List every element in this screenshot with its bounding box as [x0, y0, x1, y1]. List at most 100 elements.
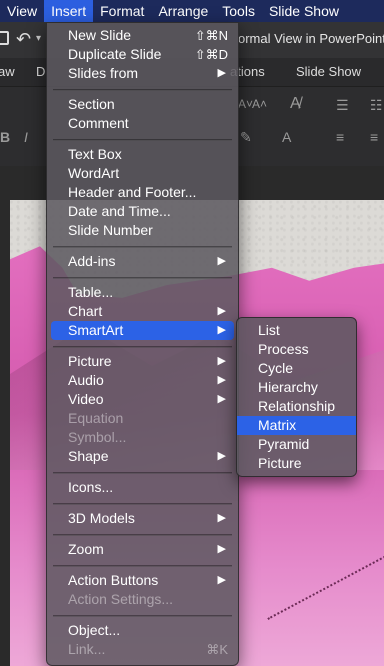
- menu-item-3d-models[interactable]: 3D Models ▶: [47, 509, 238, 528]
- menu-item-header-footer[interactable]: Header and Footer...: [47, 183, 238, 202]
- menu-item-label: New Slide: [68, 27, 132, 43]
- submenu-item-picture[interactable]: Picture: [237, 454, 356, 473]
- tab-slide-show[interactable]: Slide Show: [296, 64, 361, 79]
- undo-icon[interactable]: ↶: [16, 29, 31, 50]
- submenu-arrow-icon: ▶: [217, 574, 226, 586]
- menu-arrange[interactable]: Arrange: [151, 0, 215, 22]
- menu-item-label: Link...: [68, 641, 106, 657]
- numbering-icon[interactable]: ☷: [370, 97, 383, 114]
- submenu-arrow-icon: ▶: [217, 67, 226, 79]
- menu-item-shape[interactable]: Shape ▶: [47, 447, 238, 466]
- menu-item-new-slide[interactable]: New Slide ⇧⌘N: [47, 26, 238, 45]
- menu-item-label: SmartArt: [68, 322, 124, 338]
- decrease-font-icon[interactable]: A˅: [238, 97, 253, 111]
- menu-item-wordart[interactable]: WordArt: [47, 164, 238, 183]
- menu-item-label: Chart: [68, 303, 103, 319]
- menu-item-slide-number[interactable]: Slide Number: [47, 221, 238, 240]
- menu-item-object[interactable]: Object...: [47, 621, 238, 640]
- menu-separator: [53, 615, 232, 617]
- submenu-item-label: List: [258, 322, 280, 338]
- menu-item-picture[interactable]: Picture ▶: [47, 352, 238, 371]
- submenu-item-list[interactable]: List: [237, 321, 356, 340]
- font-color-icon[interactable]: A: [282, 129, 291, 145]
- menu-format[interactable]: Format: [93, 0, 151, 22]
- menu-item-symbol: Symbol...: [47, 428, 238, 447]
- menu-item-label: Add-ins: [68, 253, 116, 269]
- italic-icon[interactable]: I: [24, 129, 28, 145]
- menu-item-duplicate-slide[interactable]: Duplicate Slide ⇧⌘D: [47, 45, 238, 64]
- font-size-icon[interactable]: A˄: [252, 97, 267, 111]
- chevron-down-icon[interactable]: ▾: [36, 33, 41, 44]
- menu-item-icons[interactable]: Icons...: [47, 478, 238, 497]
- menu-separator: [53, 472, 232, 474]
- menu-item-label: Action Buttons: [68, 572, 159, 588]
- menu-item-label: Duplicate Slide: [68, 46, 162, 62]
- menu-bar: View Insert Format Arrange Tools Slide S…: [0, 0, 384, 22]
- menu-item-slides-from[interactable]: Slides from ▶: [47, 64, 238, 83]
- menu-separator: [53, 246, 232, 248]
- menu-item-equation: Equation: [47, 409, 238, 428]
- submenu-item-relationship[interactable]: Relationship: [237, 397, 356, 416]
- menu-item-action-buttons[interactable]: Action Buttons ▶: [47, 571, 238, 590]
- submenu-arrow-icon: ▶: [217, 305, 226, 317]
- menu-item-label: Video: [68, 391, 104, 407]
- submenu-item-pyramid[interactable]: Pyramid: [237, 435, 356, 454]
- menu-tools[interactable]: Tools: [215, 0, 262, 22]
- align-center-icon[interactable]: ≡: [370, 129, 378, 145]
- save-icon[interactable]: [0, 31, 9, 45]
- menu-item-chart[interactable]: Chart ▶: [47, 302, 238, 321]
- menu-item-link: Link... ⌘K: [47, 640, 238, 659]
- submenu-item-label: Hierarchy: [258, 379, 318, 395]
- menu-insert[interactable]: Insert: [44, 0, 94, 22]
- bullets-icon[interactable]: ☰: [336, 97, 349, 114]
- menu-slide-show[interactable]: Slide Show: [262, 0, 346, 22]
- clear-formatting-icon[interactable]: A̸: [290, 95, 301, 113]
- menu-item-table[interactable]: Table...: [47, 283, 238, 302]
- menu-separator: [53, 565, 232, 567]
- menu-item-smartart[interactable]: SmartArt ▶: [51, 321, 234, 340]
- menu-separator: [53, 346, 232, 348]
- submenu-item-process[interactable]: Process: [237, 340, 356, 359]
- submenu-item-label: Pyramid: [258, 436, 310, 452]
- menu-item-label: Table...: [68, 284, 114, 300]
- smartart-submenu: List Process Cycle Hierarchy Relationshi…: [236, 317, 357, 477]
- menu-item-label: Picture: [68, 353, 112, 369]
- highlight-icon[interactable]: ✎: [240, 129, 252, 146]
- bold-icon[interactable]: B: [0, 129, 10, 145]
- shortcut-label: ⇧⌘D: [194, 47, 228, 62]
- submenu-arrow-icon: ▶: [217, 450, 226, 462]
- menu-item-zoom[interactable]: Zoom ▶: [47, 540, 238, 559]
- submenu-arrow-icon: ▶: [217, 512, 226, 524]
- menu-item-label: 3D Models: [68, 510, 135, 526]
- menu-separator: [53, 277, 232, 279]
- menu-item-label: Slide Number: [68, 222, 153, 238]
- menu-item-date-time[interactable]: Date and Time...: [47, 202, 238, 221]
- menu-view[interactable]: View: [0, 0, 44, 22]
- document-title: ormal View in PowerPoint: [238, 31, 384, 46]
- menu-item-label: WordArt: [68, 165, 120, 181]
- menu-item-section[interactable]: Section: [47, 95, 238, 114]
- shortcut-label: ⇧⌘N: [194, 28, 228, 43]
- submenu-item-matrix[interactable]: Matrix: [237, 416, 356, 435]
- align-left-icon[interactable]: ≡: [336, 129, 344, 145]
- tab-draw[interactable]: aw: [0, 64, 15, 79]
- menu-item-text-box[interactable]: Text Box: [47, 145, 238, 164]
- menu-item-action-settings: Action Settings...: [47, 590, 238, 609]
- menu-item-label: Audio: [68, 372, 104, 388]
- submenu-item-label: Relationship: [258, 398, 336, 414]
- menu-item-audio[interactable]: Audio ▶: [47, 371, 238, 390]
- menu-item-comment[interactable]: Comment: [47, 114, 238, 133]
- menu-separator: [53, 534, 232, 536]
- menu-item-label: Section: [68, 96, 115, 112]
- submenu-item-hierarchy[interactable]: Hierarchy: [237, 378, 356, 397]
- menu-item-label: Icons...: [68, 479, 114, 495]
- submenu-item-label: Cycle: [258, 360, 294, 376]
- menu-separator: [53, 139, 232, 141]
- menu-item-label: Symbol...: [68, 429, 127, 445]
- submenu-item-cycle[interactable]: Cycle: [237, 359, 356, 378]
- menu-item-video[interactable]: Video ▶: [47, 390, 238, 409]
- insert-menu: New Slide ⇧⌘N Duplicate Slide ⇧⌘D Slides…: [46, 22, 239, 666]
- tab-design[interactable]: D: [36, 64, 45, 79]
- menu-item-add-ins[interactable]: Add-ins ▶: [47, 252, 238, 271]
- menu-separator: [53, 503, 232, 505]
